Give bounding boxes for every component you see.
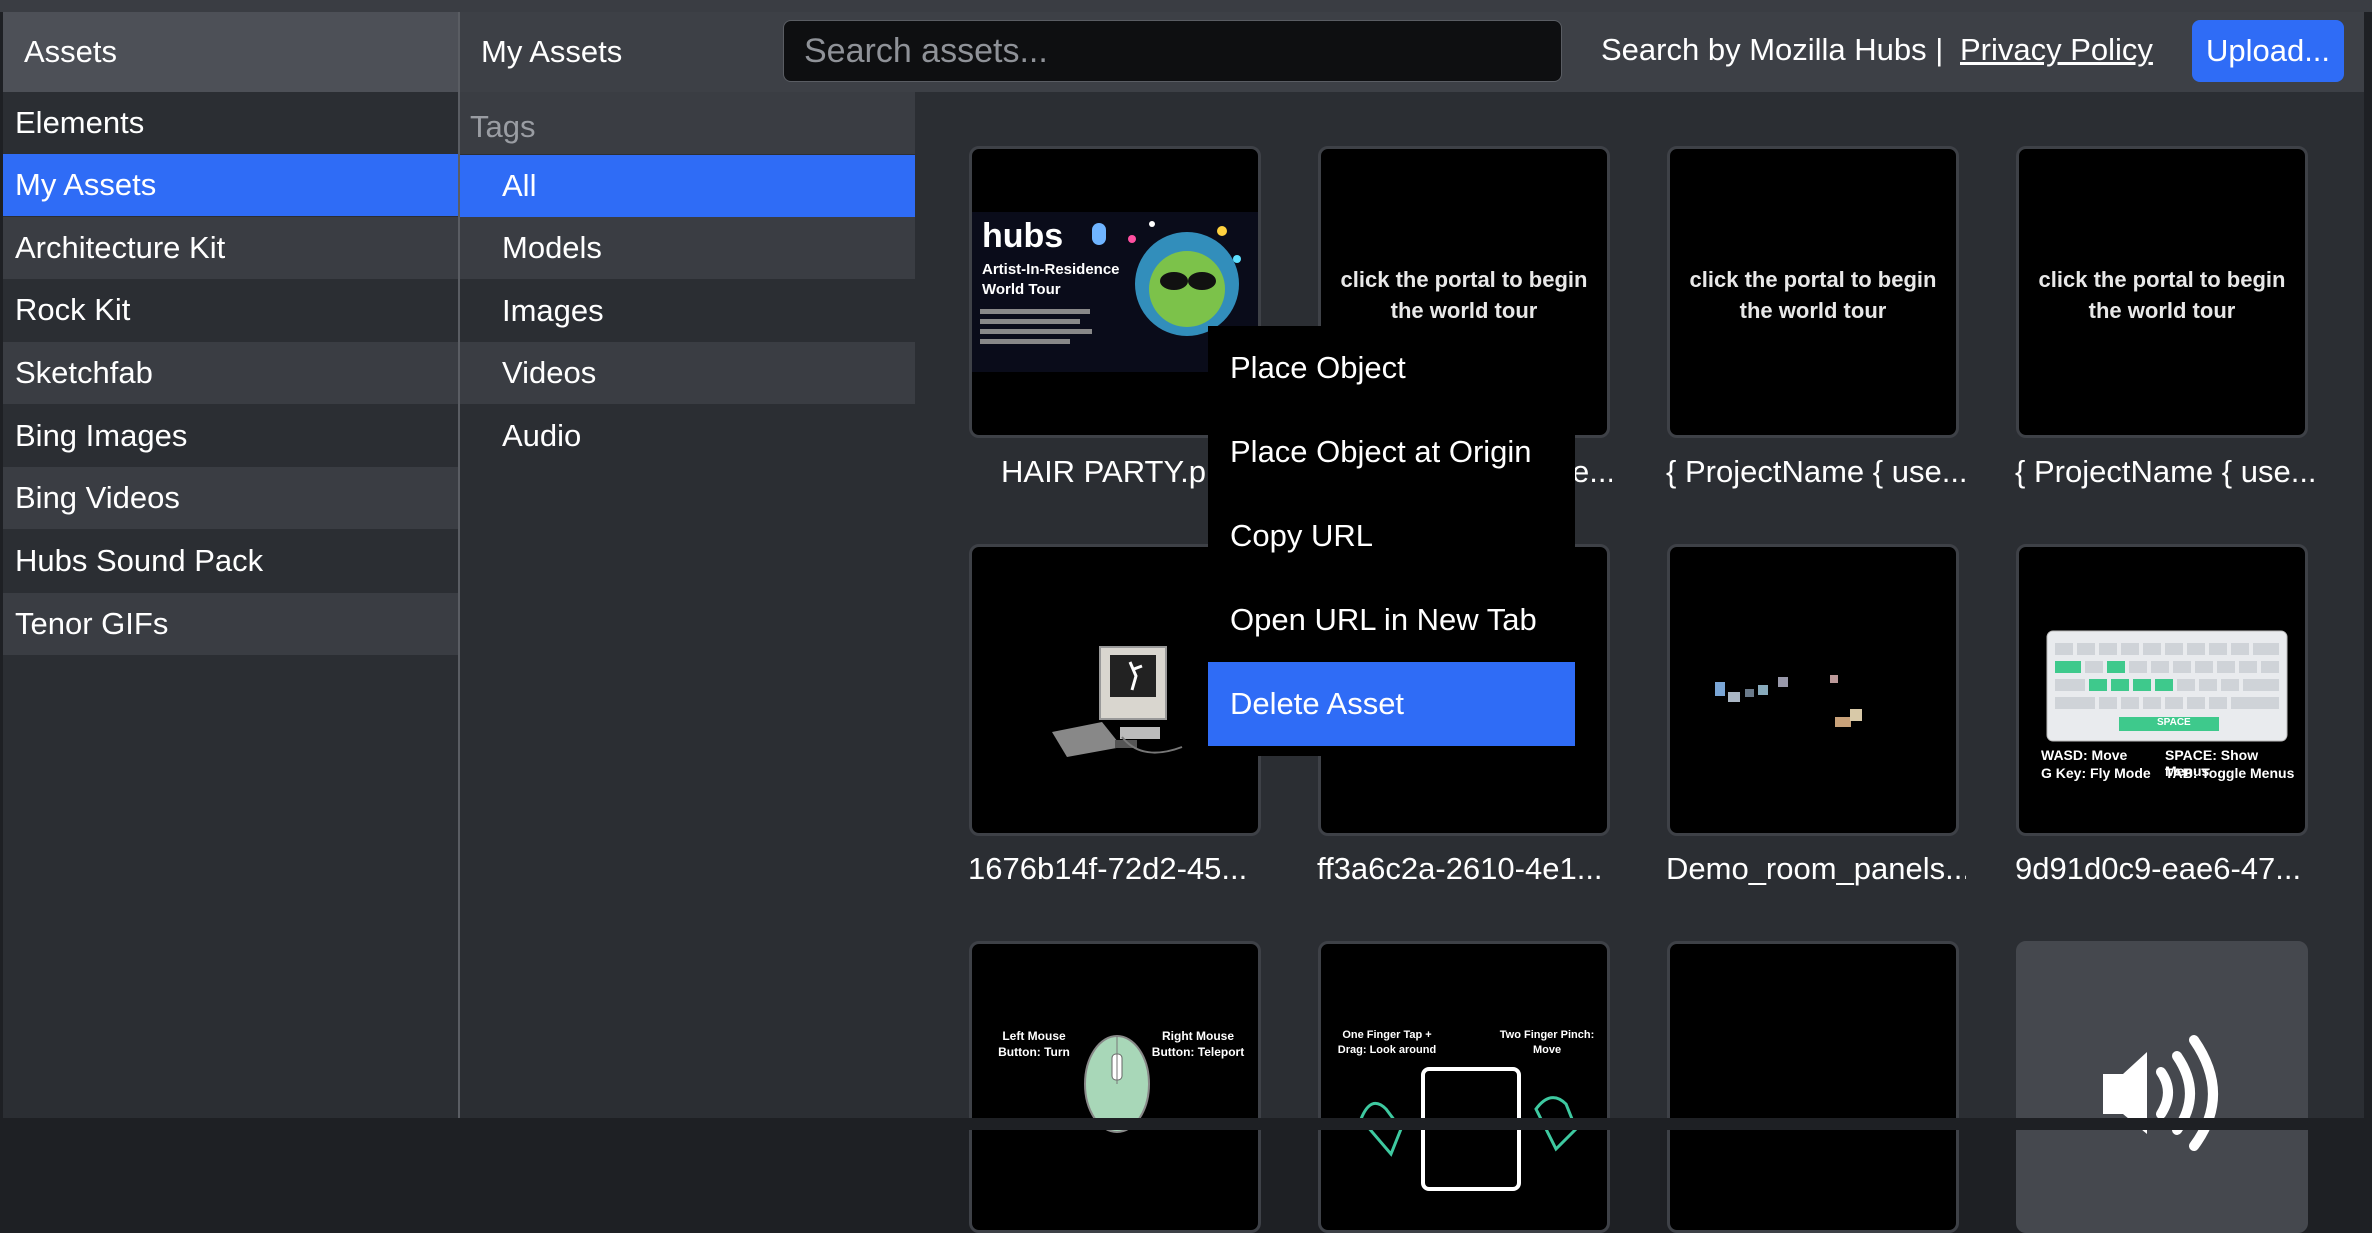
assets-header: Assets bbox=[3, 12, 458, 92]
hubs-logo-text: hubs bbox=[982, 217, 1064, 255]
controls-tab: TAB: Toggle Menus bbox=[2165, 765, 2295, 781]
asset-label: ff3a6c2a-2610-4e1... bbox=[1317, 851, 1603, 886]
assets-title: Assets bbox=[24, 34, 118, 69]
sidebar-item-bing-images[interactable]: Bing Images bbox=[3, 405, 458, 467]
tag-images[interactable]: Images bbox=[460, 280, 915, 342]
asset-card[interactable] bbox=[2016, 941, 2308, 1233]
demo-room-thumbnail bbox=[1715, 675, 1862, 727]
asset-label: 1676b14f-72d2-45... bbox=[968, 851, 1248, 886]
mouse-icon bbox=[1084, 1035, 1150, 1133]
tag-all[interactable]: All bbox=[460, 155, 915, 217]
asset-label: Demo_room_panels... bbox=[1666, 851, 1966, 886]
menu-item-open-url-new-tab[interactable]: Open URL in New Tab bbox=[1208, 578, 1575, 662]
asset-card[interactable]: One Finger Tap + Drag: Look around Two F… bbox=[1318, 941, 1610, 1233]
privacy-policy-link[interactable]: Privacy Policy bbox=[1960, 32, 2153, 68]
hubs-logo-icon bbox=[1092, 223, 1106, 245]
asset-card[interactable]: Left Mouse Button: Turn Right Mouse Butt… bbox=[969, 941, 1261, 1233]
sidebar-item-tenor-gifs[interactable]: Tenor GIFs bbox=[3, 593, 458, 655]
asset-label: { ProjectName { use... bbox=[2015, 454, 2315, 489]
tag-models[interactable]: Models bbox=[460, 217, 915, 279]
asset-label: { ProjectName { use... bbox=[1666, 454, 1966, 489]
tags-heading: Tags bbox=[470, 109, 536, 144]
sidebar-item-elements[interactable]: Elements bbox=[3, 92, 458, 154]
menu-item-place-object-at-origin[interactable]: Place Object at Origin bbox=[1208, 410, 1575, 494]
asset-card[interactable] bbox=[1667, 941, 1959, 1233]
portal-text: click the portal to begin the world tour bbox=[2038, 267, 2286, 323]
hubs-sub2: World Tour bbox=[982, 281, 1061, 298]
controls-g: G Key: Fly Mode bbox=[2041, 765, 2151, 781]
window-bottom-edge bbox=[0, 1118, 2372, 1130]
controls-wasd: WASD: Move bbox=[2041, 747, 2128, 763]
menu-item-copy-url[interactable]: Copy URL bbox=[1208, 494, 1575, 578]
space-key-label: SPACE bbox=[2157, 717, 2191, 728]
sidebar-item-rock-kit[interactable]: Rock Kit bbox=[3, 279, 458, 341]
touch-controls-icon bbox=[1359, 1067, 1578, 1191]
asset-context-menu: Place Object Place Object at Origin Copy… bbox=[1208, 326, 1575, 756]
upload-button[interactable]: Upload... bbox=[2192, 20, 2344, 82]
section-title: My Assets bbox=[481, 34, 623, 69]
asset-label: e... bbox=[1572, 454, 1612, 489]
asset-card[interactable]: click the portal to begin the world tour bbox=[2016, 146, 2308, 438]
menu-item-delete-asset[interactable]: Delete Asset bbox=[1208, 662, 1575, 746]
search-attribution: Search by Mozilla Hubs | bbox=[1601, 32, 1944, 67]
sidebar-item-hubs-sound-pack[interactable]: Hubs Sound Pack bbox=[3, 530, 458, 592]
sidebar-item-sketchfab[interactable]: Sketchfab bbox=[3, 342, 458, 404]
sidebar-item-bing-videos[interactable]: Bing Videos bbox=[3, 467, 458, 529]
window-top-edge bbox=[0, 0, 2372, 12]
asset-card[interactable]: click the portal to begin the world tour bbox=[1667, 146, 1959, 438]
search-box[interactable] bbox=[783, 20, 1562, 82]
hubs-sub1: Artist-In-Residence bbox=[982, 261, 1120, 278]
asset-label: 9d91d0c9-eae6-47... bbox=[2015, 851, 2302, 886]
portal-text: click the portal to begin the world tour bbox=[1689, 267, 1937, 323]
tags-header: Tags bbox=[460, 92, 915, 154]
asset-card[interactable] bbox=[1667, 544, 1959, 836]
tag-videos[interactable]: Videos bbox=[460, 342, 915, 404]
search-input[interactable] bbox=[784, 21, 1561, 81]
tag-audio[interactable]: Audio bbox=[460, 405, 915, 467]
sidebar-item-my-assets[interactable]: My Assets bbox=[3, 154, 458, 216]
menu-item-place-object[interactable]: Place Object bbox=[1208, 326, 1575, 410]
sidebar-item-architecture-kit[interactable]: Architecture Kit bbox=[3, 217, 458, 279]
portal-text: click the portal to begin the world tour bbox=[1340, 267, 1588, 323]
asset-card[interactable]: SPACE WASD: Move SPACE: Show Menus G Key… bbox=[2016, 544, 2308, 836]
audio-speaker-icon bbox=[2103, 1035, 2218, 1151]
keyboard-controls-thumbnail bbox=[2046, 630, 2288, 742]
